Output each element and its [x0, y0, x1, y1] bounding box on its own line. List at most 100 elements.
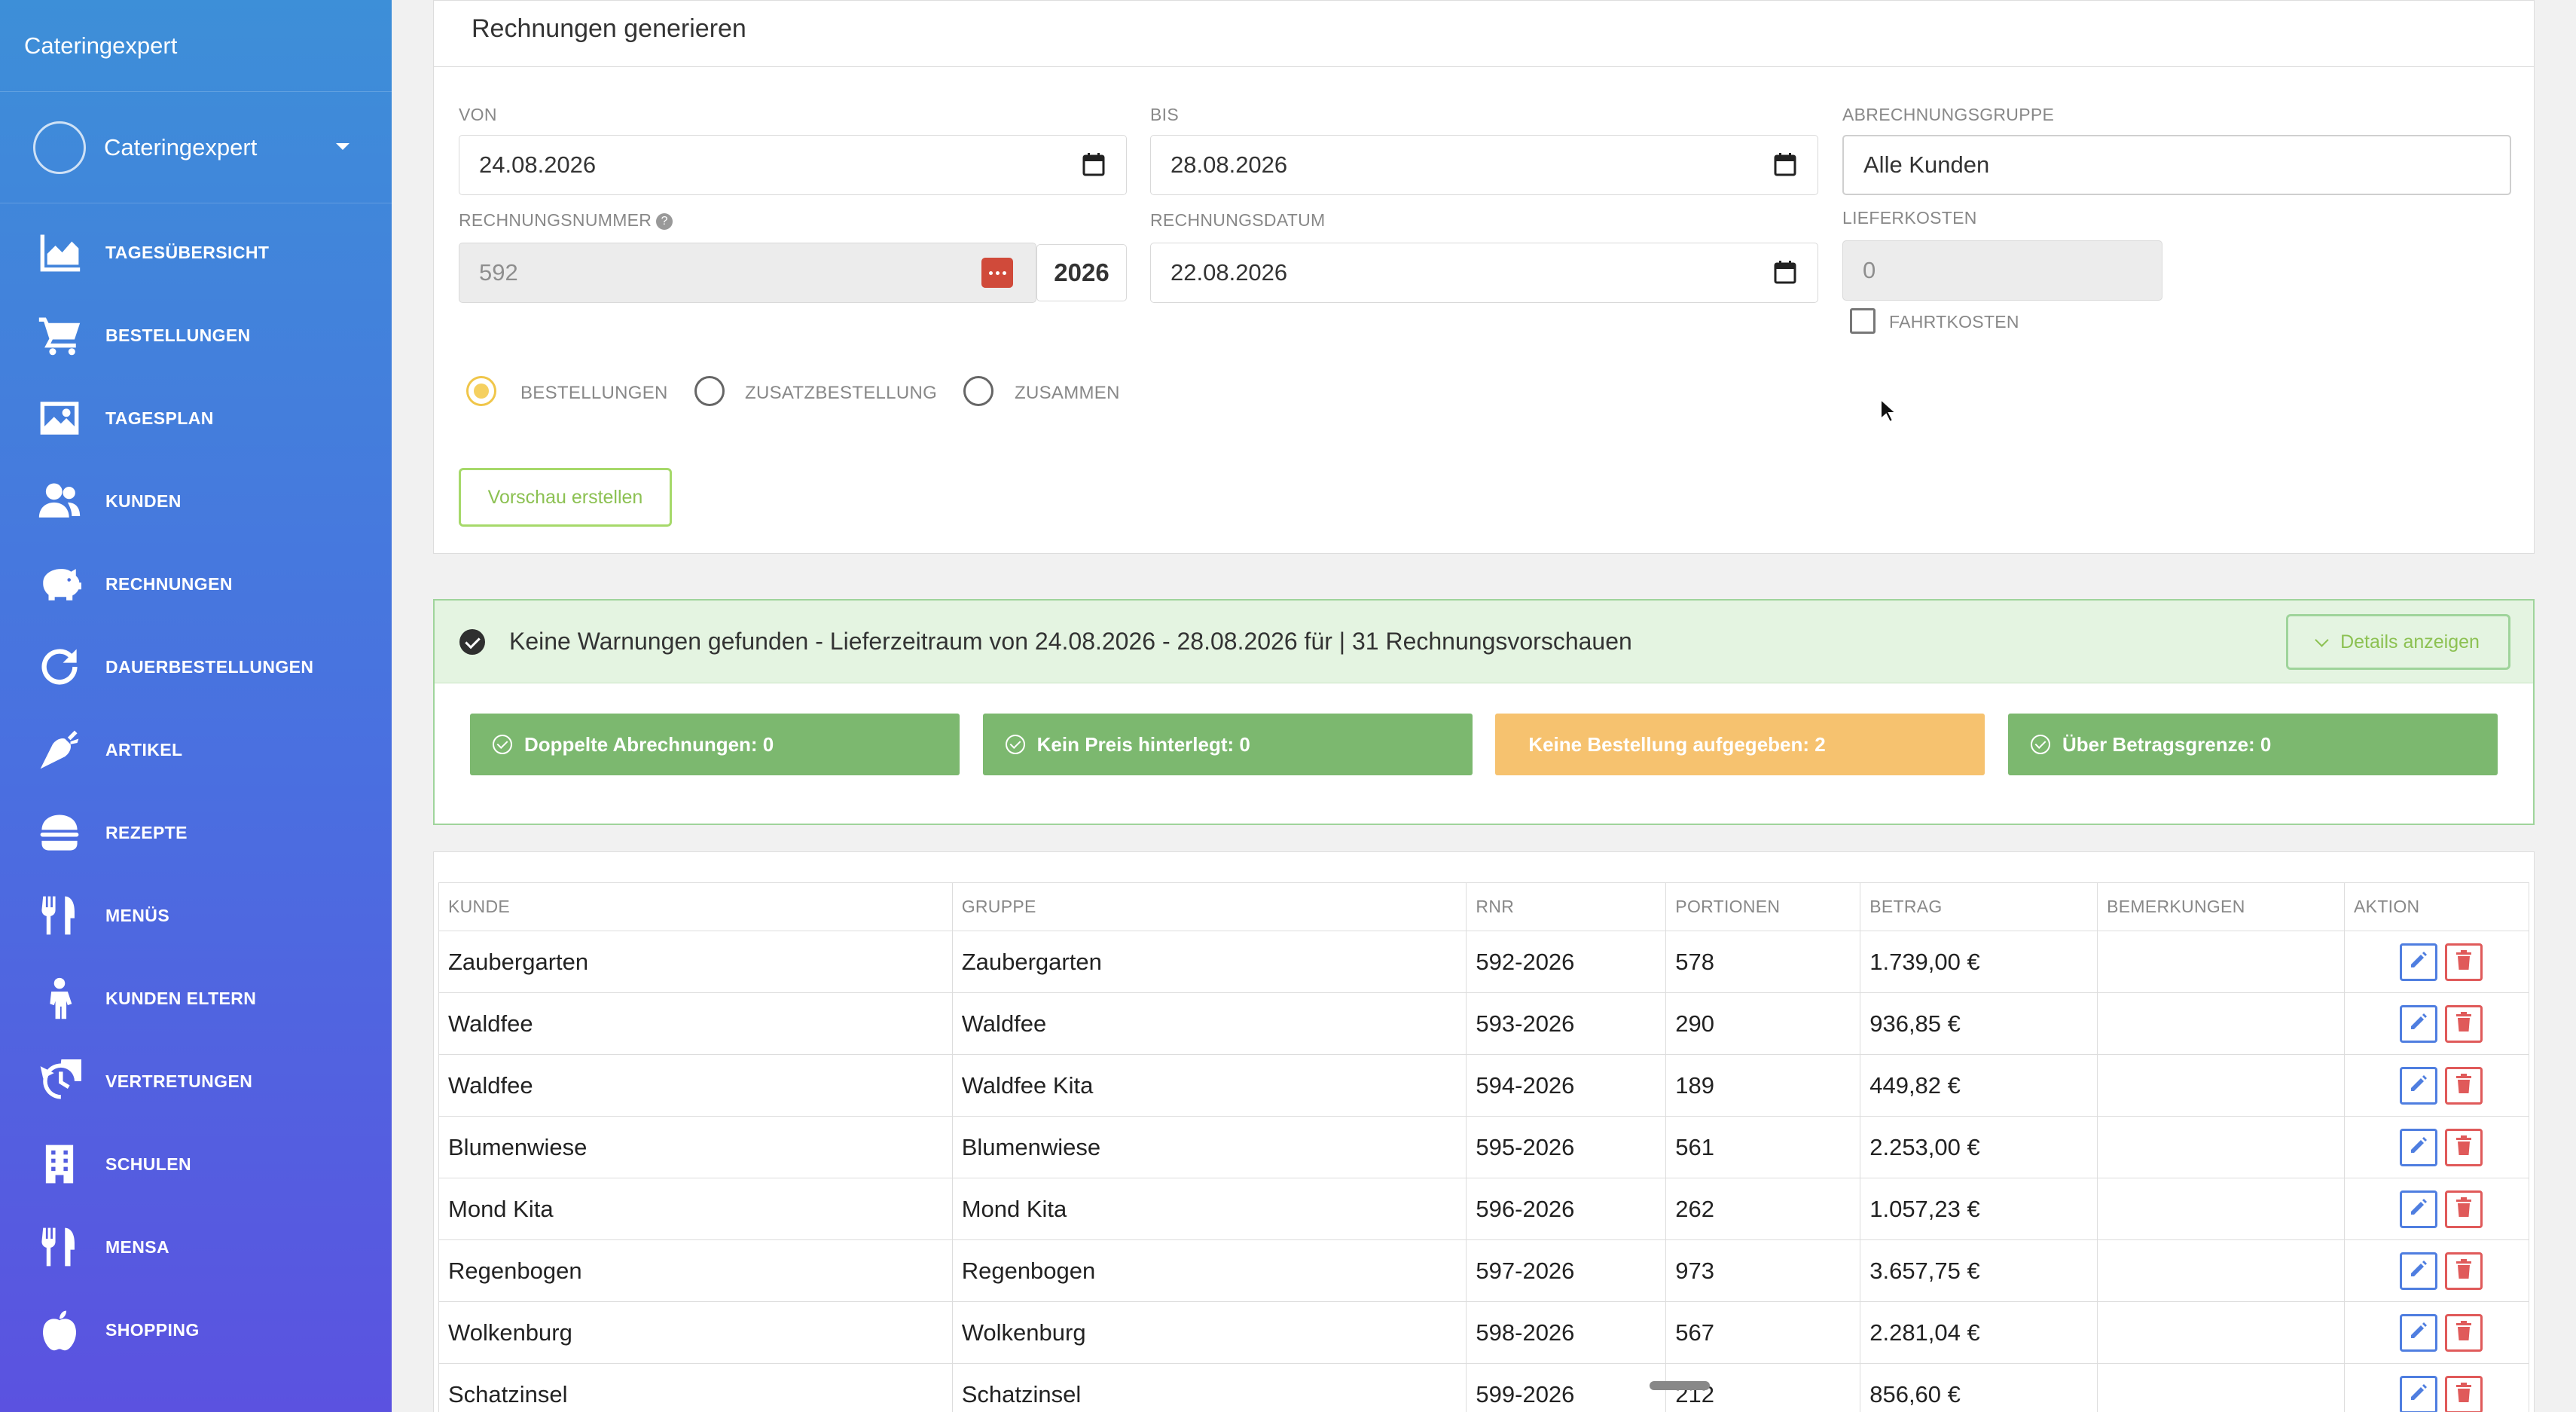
table-row[interactable]: Blumenwiese Blumenwiese 595-2026 561 2.253,0…	[438, 1116, 2529, 1178]
check-icon	[493, 735, 512, 754]
delete-button[interactable]	[2445, 1375, 2483, 1412]
edit-button[interactable]	[2400, 1375, 2438, 1412]
column-header-gruppe[interactable]: GRUPPE	[951, 882, 1467, 931]
lieferkosten-input[interactable]: 0	[1842, 240, 2162, 301]
table-row[interactable]: Waldfee Waldfee Kita 594-2026 189 449,82 €	[438, 1054, 2529, 1117]
sidebar-item-vertretungen[interactable]: VERTRETUNGEN	[0, 1040, 392, 1123]
badge-label: Keine Bestellung aufgegeben: 2	[1528, 732, 1826, 756]
calendar-icon[interactable]	[1082, 152, 1105, 176]
abrechnungsgruppe-select[interactable]: Alle Kunden	[1842, 135, 2511, 195]
badge-duplicate-invoices: Doppelte Abrechnungen: 0	[470, 714, 960, 775]
cell-rnr: 593-2026	[1466, 992, 1667, 1055]
sidebar-item-schulen[interactable]: SCHULEN	[0, 1123, 392, 1206]
delete-button[interactable]	[2445, 943, 2483, 981]
password-dots-icon[interactable]	[981, 258, 1013, 288]
calendar-icon[interactable]	[1774, 260, 1796, 284]
sidebar-nav: TAGESÜBERSICHT BESTELLUNGEN TAGESPLAN KU…	[0, 203, 392, 1371]
radio-zusatzbestellung[interactable]	[694, 376, 725, 406]
sidebar-item-kunden-eltern[interactable]: KUNDEN ELTERN	[0, 957, 392, 1040]
rechnungsdatum-input[interactable]: 22.08.2026	[1150, 243, 1818, 303]
delete-button[interactable]	[2445, 1190, 2483, 1228]
cell-aktion	[2344, 1301, 2529, 1364]
edit-button[interactable]	[2400, 1128, 2438, 1166]
sidebar-item-rezepte[interactable]: REZEPTE	[0, 791, 392, 874]
cell-portionen: 567	[1665, 1301, 1861, 1364]
column-header-kunde[interactable]: KUNDE	[438, 882, 953, 931]
image-icon	[36, 395, 83, 442]
sidebar-item-dauerbestellungen[interactable]: DAUERBESTELLUNGEN	[0, 625, 392, 708]
pencil-icon	[2409, 949, 2428, 976]
delete-button[interactable]	[2445, 1066, 2483, 1105]
sidebar-item-label: REZEPTE	[105, 822, 188, 842]
rechnungsnummer-input[interactable]: 592	[459, 243, 1036, 303]
sidebar-item-shopping[interactable]: SHOPPING	[0, 1288, 392, 1371]
delete-button[interactable]	[2445, 1313, 2483, 1352]
table-row[interactable]: Mond Kita Mond Kita 596-2026 262 1.057,23 €	[438, 1178, 2529, 1240]
sidebar-item-tagesplan[interactable]: TAGESPLAN	[0, 377, 392, 460]
delete-button[interactable]	[2445, 1004, 2483, 1043]
column-header-rnr[interactable]: RNR	[1466, 882, 1667, 931]
calendar-icon[interactable]	[1774, 152, 1796, 176]
card-title: Rechnungen generieren	[434, 1, 2534, 67]
cell-gruppe: Schatzinsel	[951, 1363, 1467, 1412]
row-actions	[2354, 1252, 2529, 1290]
carrot-icon	[36, 726, 83, 773]
sidebar-item-mensa[interactable]: MENSA	[0, 1206, 392, 1288]
sidebar-item-label: KUNDEN	[105, 491, 182, 511]
sidebar-item-menues[interactable]: MENÜS	[0, 874, 392, 957]
sidebar-item-label: KUNDEN ELTERN	[105, 988, 257, 1008]
sidebar-item-label: BESTELLUNGEN	[105, 325, 251, 345]
delete-button[interactable]	[2445, 1252, 2483, 1290]
cell-gruppe: Wolkenburg	[951, 1301, 1467, 1364]
cell-betrag: 856,60 €	[1860, 1363, 2098, 1412]
caret-down-icon	[336, 143, 349, 150]
column-header-bemerkungen[interactable]: BEMERKUNGEN	[2097, 882, 2346, 931]
details-button[interactable]: Details anzeigen	[2286, 614, 2510, 670]
sidebar-item-tagesuebersicht[interactable]: TAGESÜBERSICHT	[0, 211, 392, 294]
table-row[interactable]: Wolkenburg Wolkenburg 598-2026 567 2.281,04 …	[438, 1301, 2529, 1364]
utensils-icon	[36, 1224, 83, 1270]
user-menu[interactable]: Cateringexpert	[0, 92, 392, 203]
scroll-handle[interactable]	[1650, 1381, 1710, 1390]
edit-button[interactable]	[2400, 1252, 2438, 1290]
help-icon[interactable]: ?	[656, 212, 673, 230]
sidebar-item-label: SHOPPING	[105, 1319, 200, 1340]
sidebar-item-kunden[interactable]: KUNDEN	[0, 460, 392, 542]
utensils-icon	[36, 892, 83, 939]
sidebar-item-rechnungen[interactable]: RECHNUNGEN	[0, 542, 392, 625]
von-value: 24.08.2026	[479, 151, 597, 178]
edit-button[interactable]	[2400, 1313, 2438, 1352]
cell-betrag: 2.281,04 €	[1860, 1301, 2098, 1364]
column-header-portionen[interactable]: PORTIONEN	[1665, 882, 1861, 931]
radio-bestellungen[interactable]	[466, 376, 496, 406]
cell-gruppe: Waldfee	[951, 992, 1467, 1055]
cell-rnr: 598-2026	[1466, 1301, 1667, 1364]
edit-button[interactable]	[2400, 1004, 2438, 1043]
table-row[interactable]: Waldfee Waldfee 593-2026 290 936,85 €	[438, 992, 2529, 1055]
column-header-betrag[interactable]: BETRAG	[1860, 882, 2098, 931]
sidebar-item-artikel[interactable]: ARTIKEL	[0, 708, 392, 791]
table-row[interactable]: Zaubergarten Zaubergarten 592-2026 578 1.739…	[438, 931, 2529, 993]
edit-button[interactable]	[2400, 1190, 2438, 1228]
radio-zusammen[interactable]	[963, 376, 993, 406]
row-actions	[2354, 1375, 2529, 1412]
brand-title[interactable]: Cateringexpert	[0, 0, 392, 92]
table-row[interactable]: Regenbogen Regenbogen 597-2026 973 3.657,75 …	[438, 1239, 2529, 1302]
table-body: Zaubergarten Zaubergarten 592-2026 578 1.739…	[438, 931, 2529, 1412]
bis-date-input[interactable]: 28.08.2026	[1150, 135, 1818, 195]
fahrtkosten-checkbox[interactable]	[1850, 308, 1876, 334]
table-row[interactable]: Schatzinsel Schatzinsel 599-2026 212 856,60 …	[438, 1363, 2529, 1412]
sidebar-item-bestellungen[interactable]: BESTELLUNGEN	[0, 294, 392, 377]
rechnungsnummer-label: RECHNUNGSNUMMER?	[459, 210, 673, 231]
edit-button[interactable]	[2400, 1066, 2438, 1105]
radio-zusatzbestellung-label: ZUSATZBESTELLUNG	[745, 383, 938, 403]
cell-bemerkungen	[2097, 1239, 2346, 1302]
warnings-panel: Keine Warnungen gefunden - Lieferzeitrau…	[433, 599, 2535, 825]
edit-button[interactable]	[2400, 943, 2438, 981]
cell-kunde: Schatzinsel	[438, 1363, 953, 1412]
warnings-message: Keine Warnungen gefunden - Lieferzeitrau…	[509, 628, 1632, 655]
delete-button[interactable]	[2445, 1128, 2483, 1166]
von-date-input[interactable]: 24.08.2026	[459, 135, 1127, 195]
preview-button[interactable]: Vorschau erstellen	[459, 468, 672, 527]
warning-badges: Doppelte Abrechnungen: 0 Kein Preis hint…	[470, 714, 2498, 775]
